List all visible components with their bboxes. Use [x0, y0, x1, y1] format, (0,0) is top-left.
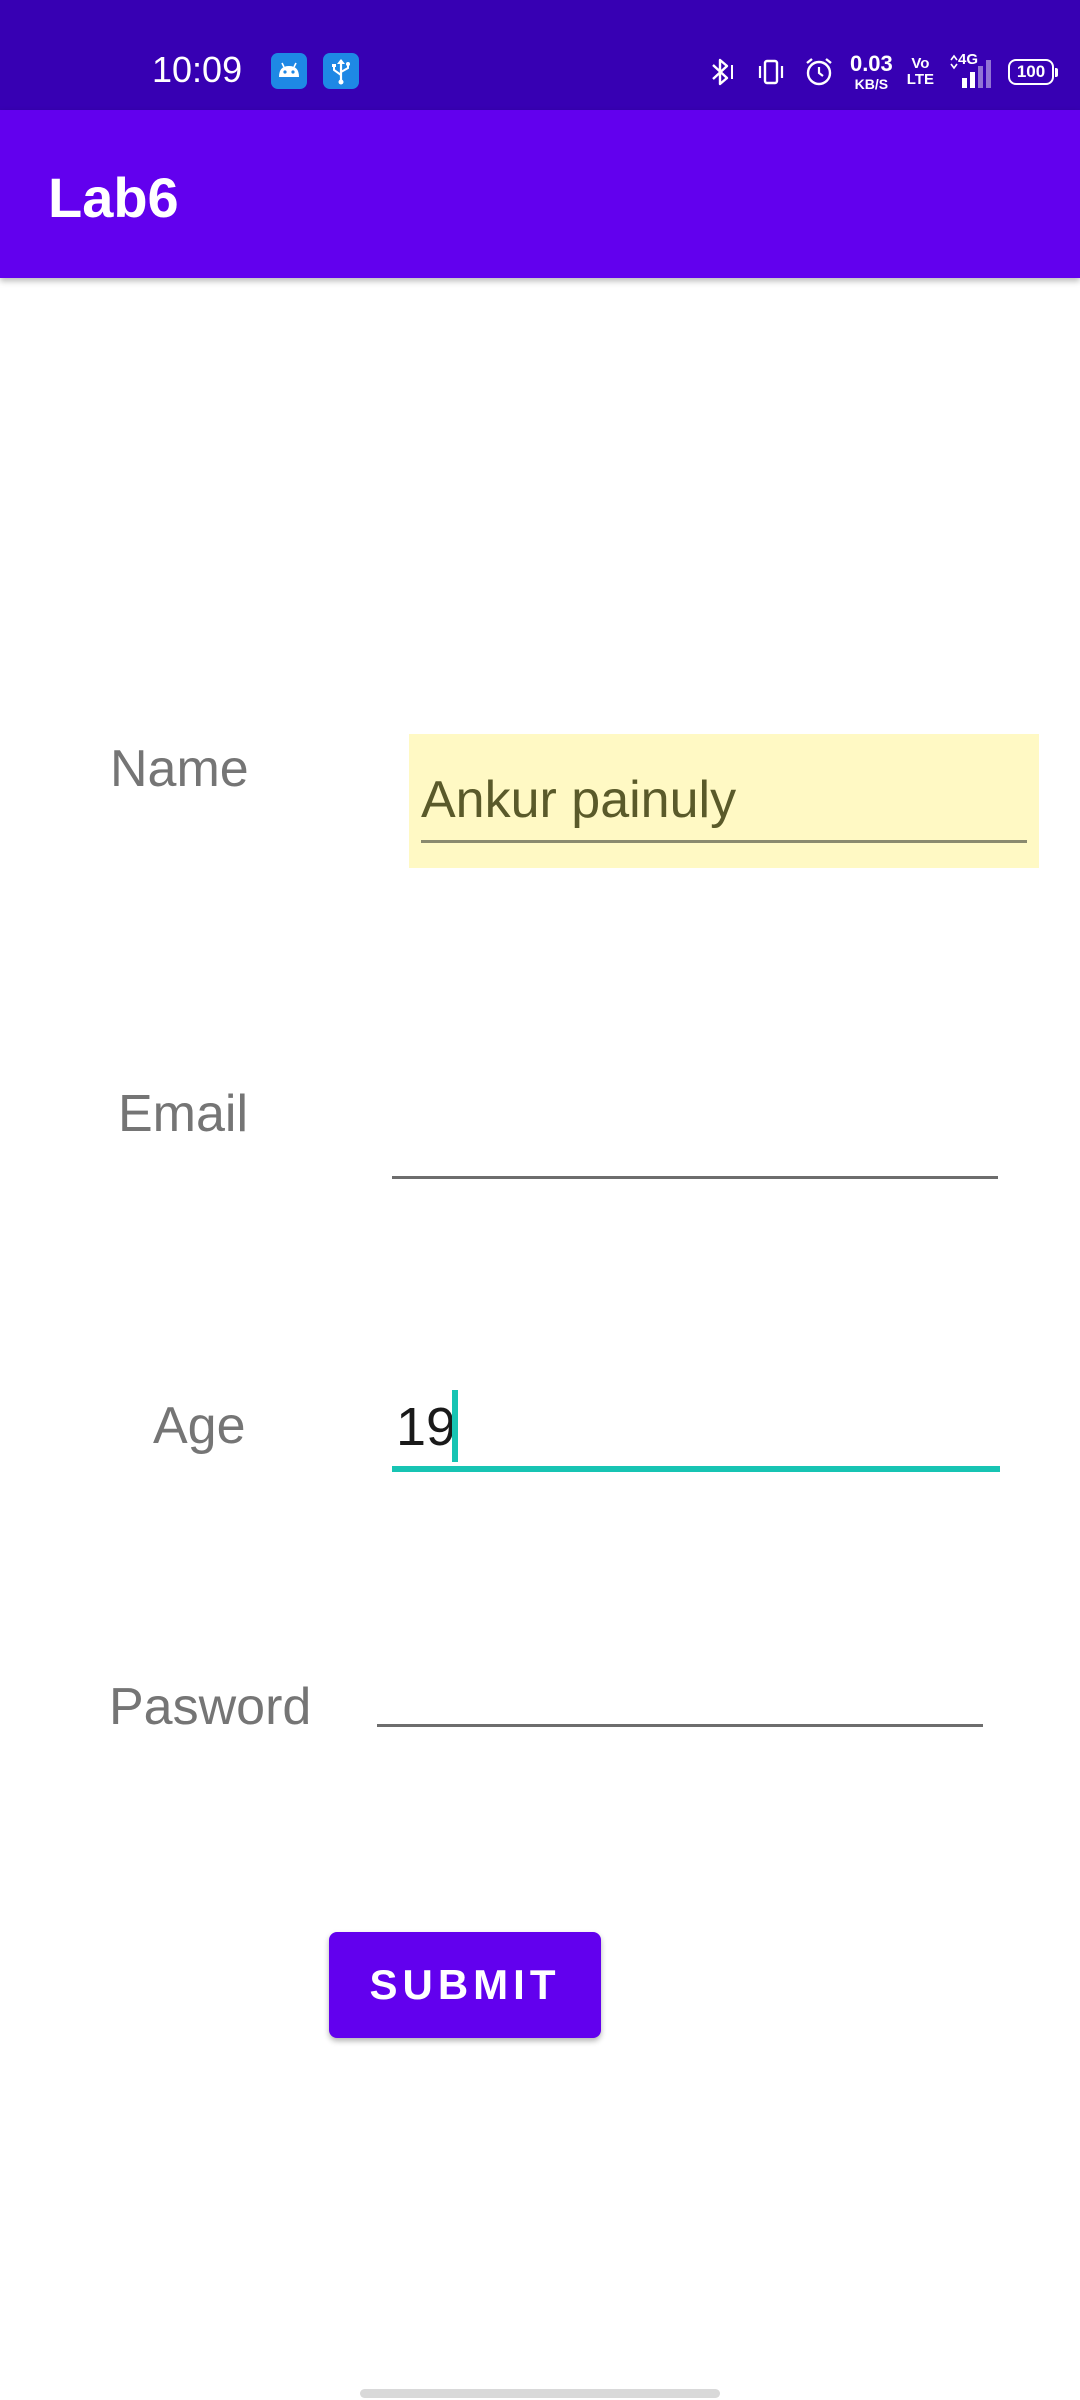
battery-icon: 100 [1008, 59, 1058, 85]
usb-icon [323, 53, 359, 89]
status-icons: 0.03 KB/S Vo LTE 4G 100 [706, 51, 1058, 92]
bluetooth-icon [712, 58, 733, 86]
net-speed-value: 0.03 [849, 51, 893, 76]
password-field[interactable] [377, 1620, 983, 1728]
age-label: Age [153, 1397, 246, 1455]
app-title: Lab6 [48, 166, 179, 229]
signal-icon: 4G [948, 52, 994, 92]
age-underline [392, 1466, 1000, 1472]
battery-level: 100 [1016, 62, 1046, 81]
app-bar: Lab6 [0, 110, 1080, 278]
name-label: Name [110, 740, 249, 798]
password-label: Pasword [109, 1678, 312, 1736]
submit-label: SUBMIT [369, 1961, 561, 2008]
name-underline [421, 840, 1027, 843]
volte-indicator: Vo LTE [907, 56, 934, 88]
gesture-nav-handle[interactable] [360, 2389, 720, 2398]
name-field[interactable]: Ankur painuly [409, 734, 1039, 868]
net-speed: 0.03 KB/S [849, 51, 893, 92]
text-cursor [452, 1390, 458, 1462]
email-label: Email [118, 1085, 249, 1143]
volte-bottom: LTE [906, 71, 934, 88]
name-value[interactable]: Ankur painuly [421, 770, 736, 830]
age-value[interactable]: 19 [396, 1396, 456, 1458]
net-speed-unit: KB/S [854, 76, 889, 92]
email-underline [392, 1176, 998, 1179]
status-bar: 10:09 0.03 KB/S Vo LTE 4G 100 [0, 0, 1080, 110]
android-icon [271, 53, 307, 89]
vibrate-icon [758, 59, 784, 85]
password-underline [377, 1724, 983, 1727]
submit-button[interactable]: SUBMIT [329, 1932, 601, 2038]
email-field[interactable] [392, 1074, 998, 1180]
age-field[interactable]: 19 [392, 1380, 1000, 1472]
alarm-icon [806, 58, 832, 86]
volte-top: Vo [911, 55, 930, 73]
status-time: 10:09 [152, 49, 243, 90]
